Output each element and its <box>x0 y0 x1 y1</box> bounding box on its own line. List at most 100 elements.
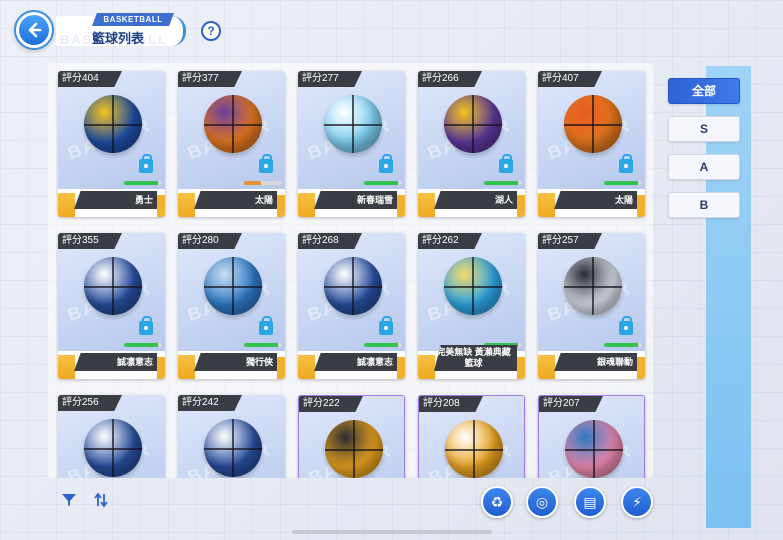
shoe-icon[interactable]: ⚡ <box>621 486 653 518</box>
rarity-frame-edge <box>517 357 525 379</box>
basketball-card[interactable]: BAKETR評分377太陽 <box>178 71 285 217</box>
basketball-card[interactable]: BAKETR評分266湖人 <box>418 71 525 217</box>
score-tag: 評分266 <box>418 71 482 87</box>
score-tag: 評分257 <box>538 233 602 249</box>
basketball-card[interactable]: BAKETR評分407太陽 <box>538 71 645 217</box>
filter-a-button[interactable]: A <box>668 154 740 180</box>
durability-bar-fill <box>364 181 399 185</box>
basketball-card[interactable]: BAKETR評分280獨行俠 <box>178 233 285 379</box>
score-tag: 評分377 <box>178 71 242 87</box>
back-button[interactable] <box>14 10 54 50</box>
basketball-image <box>564 257 622 315</box>
durability-bar <box>604 181 642 185</box>
basketball-card[interactable]: BAKETR評分242 <box>178 395 285 478</box>
durability-bar <box>364 343 402 347</box>
rarity-frame-edge <box>517 195 525 217</box>
rarity-frame-edge <box>637 357 645 379</box>
rarity-frame-edge <box>277 357 285 379</box>
durability-bar <box>364 181 402 185</box>
rarity-frame-edge <box>637 195 645 217</box>
basketball-image <box>84 257 142 315</box>
score-tag: 評分207 <box>539 396 603 412</box>
basketball-image <box>564 95 622 153</box>
basketball-grid-panel: BAKETR評分404勇士BAKETR評分377太陽BAKETR評分277新春瑞… <box>48 63 653 478</box>
durability-bar <box>124 343 162 347</box>
basketball-image <box>204 95 262 153</box>
card-name: 誠凛意志 <box>74 353 157 371</box>
durability-bar-fill <box>124 181 159 185</box>
basketball-card[interactable]: BAKETR評分208 <box>418 395 525 478</box>
basketball-card[interactable]: BAKETR評分268誠凛意志 <box>298 233 405 379</box>
score-tag: 評分355 <box>58 233 122 249</box>
durability-bar <box>604 343 642 347</box>
score-tag: 評分277 <box>298 71 362 87</box>
basketball-card[interactable]: BAKETR評分355誠凛意志 <box>58 233 165 379</box>
rarity-frame-edge <box>277 195 285 217</box>
section-tag: BASKETBALL <box>92 13 174 26</box>
card-name: 太陽 <box>194 191 277 209</box>
durability-bar-fill <box>244 343 279 347</box>
rarity-frame-edge <box>397 357 405 379</box>
filter-icon[interactable] <box>58 492 80 514</box>
basketball-image <box>444 257 502 315</box>
card-name: 新春瑞雪 <box>314 191 397 209</box>
lock-icon <box>139 316 153 335</box>
rarity-frame-edge <box>157 357 165 379</box>
card-name: 銀魂聯動 <box>554 353 637 371</box>
recycle-icon[interactable]: ♻ <box>481 486 513 518</box>
basketball-card[interactable]: BAKETR評分277新春瑞雪 <box>298 71 405 217</box>
durability-bar-fill <box>604 181 639 185</box>
lock-icon <box>619 316 633 335</box>
filter-b-button[interactable]: B <box>668 192 740 218</box>
help-icon[interactable]: ? <box>201 21 221 41</box>
basketball-card[interactable]: BAKETR評分222 <box>298 395 405 478</box>
book-icon[interactable]: ▤ <box>574 486 606 518</box>
basketball-image <box>565 420 623 478</box>
card-name: 獨行俠 <box>194 353 277 371</box>
score-tag: 評分256 <box>58 395 122 411</box>
home-indicator <box>292 530 492 534</box>
lock-icon <box>379 154 393 173</box>
durability-bar-fill <box>484 181 519 185</box>
rarity-frame-edge <box>397 195 405 217</box>
score-tag: 評分407 <box>538 71 602 87</box>
basketball-image <box>324 95 382 153</box>
page-title: 籃球列表 <box>92 31 145 46</box>
lock-icon <box>499 154 513 173</box>
basketball-card[interactable]: BAKETR評分256 <box>58 395 165 478</box>
title-plate: BASKETBALL BASKETBALL 籃球列表 <box>56 13 186 47</box>
score-tag: 評分208 <box>419 396 483 412</box>
rarity-frame-edge <box>157 195 165 217</box>
card-name: 誠凛意志 <box>314 353 397 371</box>
card-name: 勇士 <box>74 191 157 209</box>
lock-icon <box>139 154 153 173</box>
durability-bar <box>124 181 162 185</box>
filter-s-button[interactable]: S <box>668 116 740 142</box>
basketball-icon[interactable]: ◎ <box>526 486 558 518</box>
score-tag: 評分242 <box>178 395 242 411</box>
filter-all-button[interactable]: 全部 <box>668 78 740 104</box>
card-name: 完美無缺 黃瀨典藏籃球 <box>434 345 517 371</box>
basketball-card[interactable]: BAKETR評分207 <box>538 395 645 478</box>
durability-bar <box>244 343 282 347</box>
basketball-card[interactable]: BAKETR評分404勇士 <box>58 71 165 217</box>
basketball-card[interactable]: BAKETR評分262完美無缺 黃瀨典藏籃球 <box>418 233 525 379</box>
basketball-image <box>84 419 142 477</box>
basketball-image <box>204 257 262 315</box>
score-tag: 評分404 <box>58 71 122 87</box>
basketball-card[interactable]: BAKETR評分257銀魂聯動 <box>538 233 645 379</box>
card-name: 湖人 <box>434 191 517 209</box>
durability-bar-fill <box>364 343 399 347</box>
card-name: 太陽 <box>554 191 637 209</box>
basketball-image <box>84 95 142 153</box>
durability-bar <box>244 181 282 185</box>
durability-bar <box>484 181 522 185</box>
sort-icon[interactable] <box>90 492 112 514</box>
basketball-image <box>204 419 262 477</box>
score-tag: 評分280 <box>178 233 242 249</box>
basketball-image <box>325 420 383 478</box>
durability-bar-fill <box>604 343 639 347</box>
score-tag: 評分262 <box>418 233 482 249</box>
lock-icon <box>379 316 393 335</box>
durability-bar-fill <box>124 343 159 347</box>
